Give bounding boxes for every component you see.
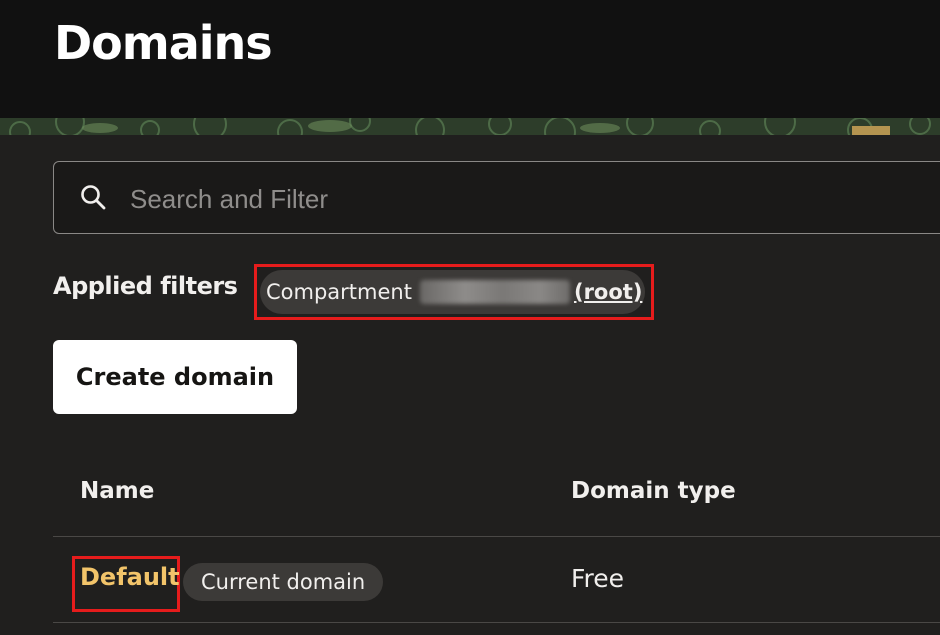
filter-chip-root-link[interactable]: (root) (574, 280, 642, 304)
filter-chip-label: Compartment (266, 280, 412, 304)
search-input[interactable] (128, 178, 912, 220)
banner-pattern (0, 118, 940, 135)
table-row-divider (53, 622, 940, 623)
create-domain-button[interactable]: Create domain (53, 340, 297, 414)
column-header-domain-type[interactable]: Domain type (571, 478, 736, 504)
search-icon (81, 185, 106, 210)
domain-type-cell: Free (571, 564, 625, 593)
page-header: Domains (0, 0, 940, 118)
redacted-value (419, 280, 570, 304)
current-domain-badge: Current domain (183, 563, 384, 601)
applied-filters-label: Applied filters (53, 272, 238, 300)
page-title: Domains (54, 16, 273, 70)
table-header-divider (53, 536, 940, 537)
decorative-banner (0, 118, 940, 135)
filter-chip-compartment[interactable]: Compartment (root) (260, 270, 645, 314)
domain-name-link[interactable]: Default (80, 563, 180, 591)
column-header-name[interactable]: Name (80, 478, 154, 504)
